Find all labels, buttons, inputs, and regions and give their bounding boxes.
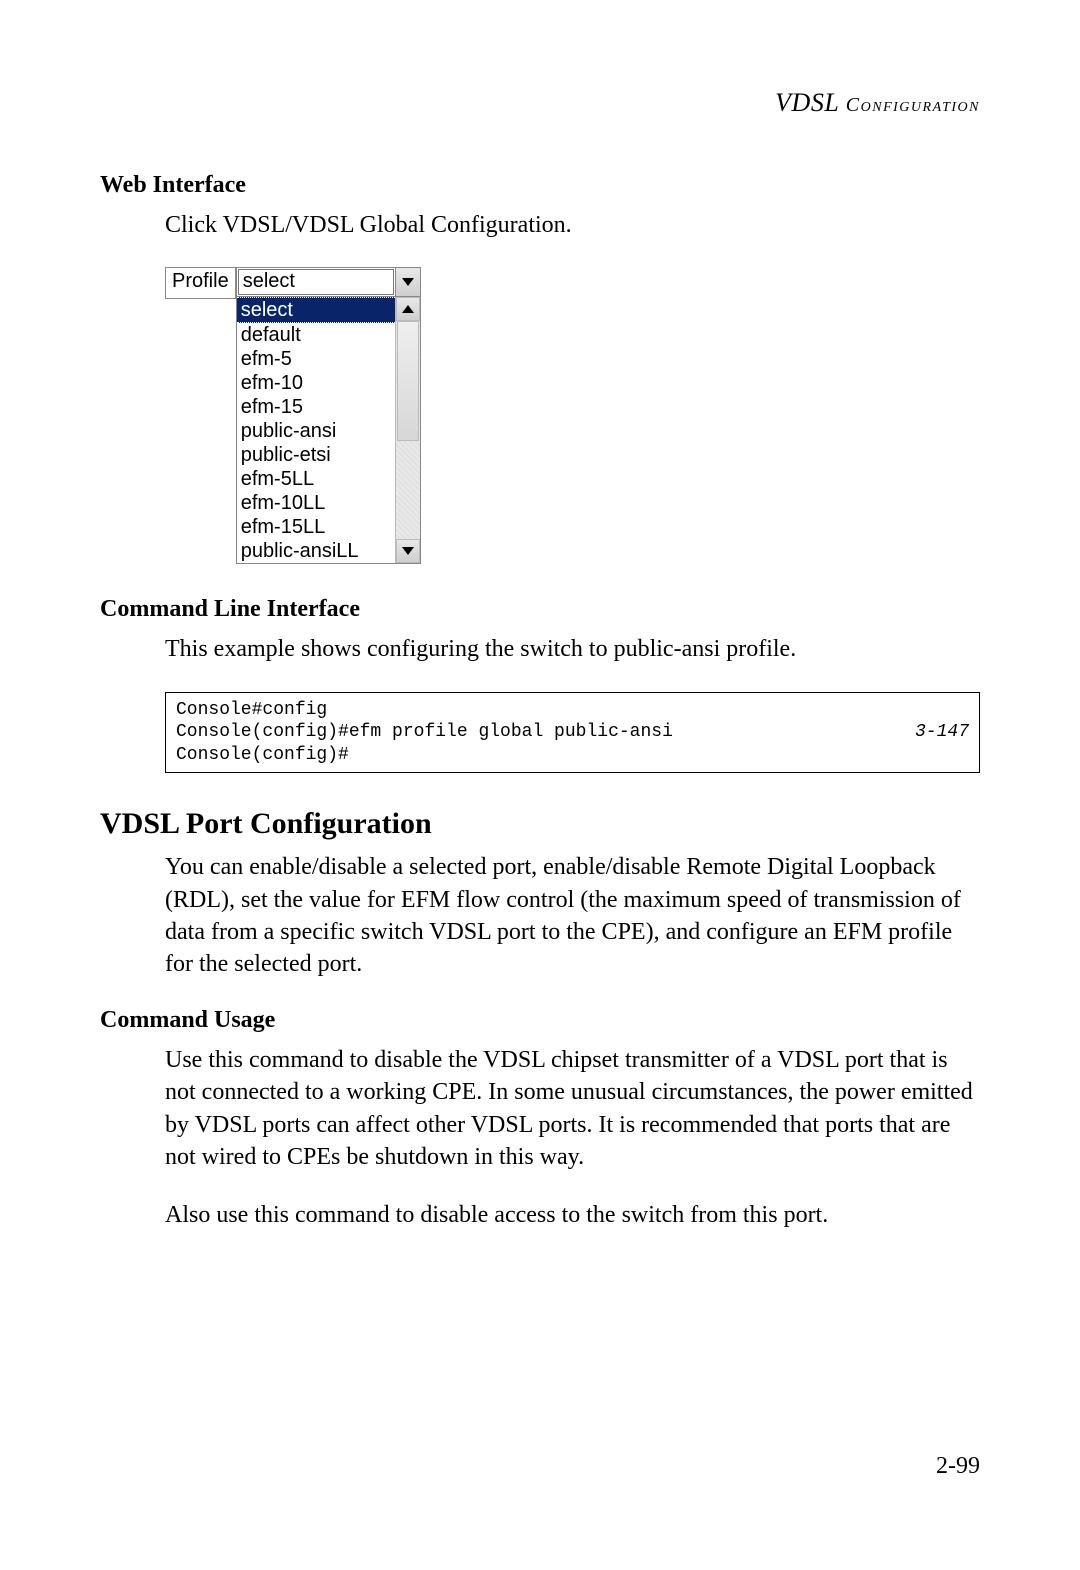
profile-listbox-scrollbar[interactable] [395,297,420,563]
running-header-tail: Configuration [839,94,980,116]
heading-web-interface: Web Interface [100,172,980,199]
heading-cli: Command Line Interface [100,596,980,623]
cli-code: Console#config Console(config)#efm profi… [176,699,673,767]
scroll-track[interactable] [396,321,420,539]
profile-option-efm-15ll[interactable]: efm-15LL [237,515,395,539]
profile-option-efm-10[interactable]: efm-10 [237,371,395,395]
profile-option-efm-15[interactable]: efm-15 [237,395,395,419]
profile-widget: Profile select select default efm-5 efm-… [165,267,421,564]
scroll-thumb[interactable] [397,321,419,441]
profile-option-public-ansill[interactable]: public-ansiLL [237,539,395,563]
profile-listbox-items: select default efm-5 efm-10 efm-15 publi… [237,297,395,563]
profile-option-efm-5ll[interactable]: efm-5LL [237,467,395,491]
para-command-usage-1: Use this command to disable the VDSL chi… [165,1044,980,1174]
profile-option-efm-5[interactable]: efm-5 [237,347,395,371]
heading-port-config: VDSL Port Configuration [100,807,980,841]
profile-option-public-ansi[interactable]: public-ansi [237,419,395,443]
profile-combobox-button[interactable] [395,268,420,296]
profile-combobox-value[interactable]: select [238,269,394,295]
heading-command-usage: Command Usage [100,1007,980,1034]
profile-option-default[interactable]: default [237,323,395,347]
page-content: VDSL Configuration Web Interface Click V… [0,0,1080,1232]
para-command-usage-2: Also use this command to disable access … [165,1199,980,1231]
para-web-interface: Click VDSL/VDSL Global Configuration. [165,209,980,241]
chevron-down-icon [402,547,414,555]
scroll-up-button[interactable] [396,297,420,321]
profile-option-efm-10ll[interactable]: efm-10LL [237,491,395,515]
profile-label: Profile [165,267,236,299]
cli-code-ref: 3-147 [895,721,969,744]
profile-option-select[interactable]: select [237,297,395,323]
chevron-up-icon [402,305,414,313]
profile-option-public-etsi[interactable]: public-etsi [237,443,395,467]
scroll-down-button[interactable] [396,539,420,563]
profile-combobox[interactable]: select [236,267,421,297]
para-port-config: You can enable/disable a selected port, … [165,851,980,981]
para-cli: This example shows configuring the switc… [165,633,980,665]
running-header-main: VDSL [775,88,839,117]
running-header: VDSL Configuration [100,88,980,118]
cli-code-box: Console#config Console(config)#efm profi… [165,692,980,774]
page-number: 2-99 [936,1453,980,1480]
chevron-down-icon [402,278,414,286]
profile-listbox[interactable]: select default efm-5 efm-10 efm-15 publi… [236,297,421,564]
